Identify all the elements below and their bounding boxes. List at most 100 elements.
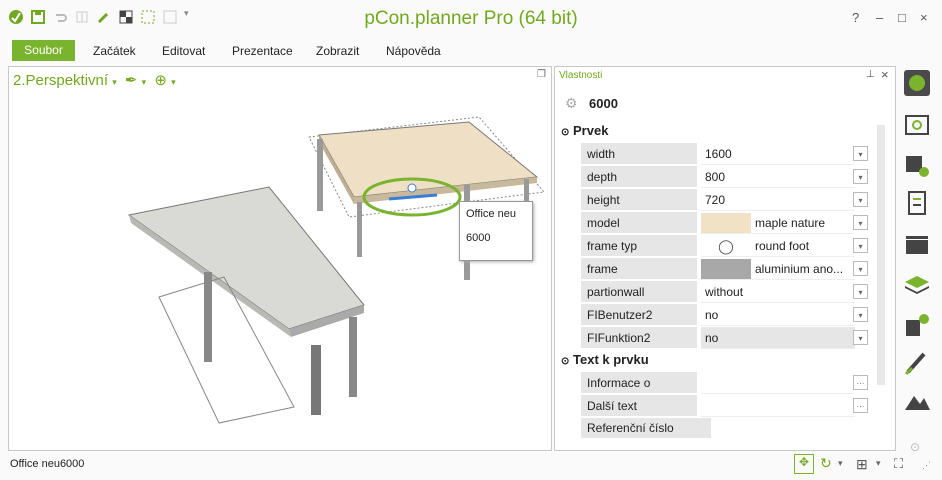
- globe-icon[interactable]: [902, 68, 932, 98]
- scrollbar[interactable]: [877, 125, 885, 385]
- dropdown-arrow-icon[interactable]: ▾: [853, 261, 868, 276]
- layers-icon[interactable]: [902, 270, 932, 300]
- property-row[interactable]: FIBenutzer2 no ▾: [581, 304, 869, 326]
- maximize-button[interactable]: □: [898, 10, 906, 25]
- catalog-search-icon[interactable]: [902, 110, 932, 140]
- property-value[interactable]: maple nature: [701, 212, 855, 234]
- property-value[interactable]: [701, 395, 855, 417]
- status-text: Office neu6000: [10, 458, 85, 470]
- rotate-dropdown-icon[interactable]: ▾: [838, 458, 843, 469]
- properties-panel: Vlastnosti ⊥ × ⚙ 6000 ⊙ Prvek width 1600 ▾…: [554, 66, 896, 451]
- property-row[interactable]: partionwall without ▾: [581, 281, 869, 303]
- property-value[interactable]: 720: [701, 189, 855, 211]
- panel-close-icon[interactable]: ×: [881, 67, 889, 82]
- menu-zobrazit[interactable]: Zobrazit: [316, 44, 359, 58]
- property-row[interactable]: Informace o speciá... ···: [581, 372, 869, 412]
- menu-prezentace[interactable]: Prezentace: [232, 44, 293, 58]
- fullscreen-icon[interactable]: ⛶: [894, 456, 903, 472]
- grid-toggle-icon[interactable]: ⊞: [856, 456, 868, 473]
- property-row[interactable]: model maple nature ▾: [581, 212, 869, 234]
- dropdown-arrow-icon[interactable]: ▾: [853, 284, 868, 299]
- property-value-text: aluminium ano...: [755, 262, 844, 276]
- tooltip-id: 6000: [466, 232, 491, 244]
- collapse-icon[interactable]: ⊙: [561, 356, 569, 367]
- property-value-text: maple nature: [755, 216, 826, 230]
- property-name: height: [581, 189, 697, 211]
- property-name: width: [581, 143, 697, 165]
- property-value[interactable]: 800: [701, 166, 855, 188]
- menu-editovat[interactable]: Editovat: [162, 44, 205, 58]
- property-name: partionwall: [581, 281, 697, 303]
- viewport-3d[interactable]: 2.Perspektivní ▾ ✒ ▾ ⊕ ▾ ❐ Office neu 60…: [8, 66, 552, 451]
- property-row[interactable]: depth 800 ▾: [581, 166, 869, 188]
- terrain-icon[interactable]: [902, 386, 932, 416]
- property-row[interactable]: Další text ···: [581, 395, 869, 417]
- dropdown-arrow-icon[interactable]: ▾: [853, 330, 868, 345]
- menu-bar: [0, 38, 942, 62]
- property-value[interactable]: aluminium ano...: [701, 258, 855, 280]
- property-value[interactable]: without: [701, 281, 855, 303]
- menu-napoveda[interactable]: Nápověda: [386, 44, 441, 58]
- tooltip-name: Office neu: [466, 208, 516, 220]
- property-value[interactable]: ◯ round foot: [701, 235, 855, 257]
- property-row[interactable]: height 720 ▾: [581, 189, 869, 211]
- menu-zacatek[interactable]: Začátek: [93, 44, 136, 58]
- property-row[interactable]: frame aluminium ano... ▾: [581, 258, 869, 280]
- move-icon[interactable]: ✥: [794, 454, 814, 474]
- grid-dropdown-icon[interactable]: ▾: [876, 458, 881, 469]
- box-gear-icon[interactable]: [902, 150, 932, 180]
- table-front[interactable]: [127, 186, 365, 424]
- app-title: pCon.planner Pro (64 bit): [364, 8, 578, 29]
- list-document-icon[interactable]: [902, 188, 932, 218]
- property-name: Další text: [581, 395, 697, 417]
- group-text[interactable]: ⊙ Text k prvku: [561, 352, 649, 367]
- property-name: model: [581, 212, 697, 234]
- dropdown-arrow-icon[interactable]: ▾: [853, 307, 868, 322]
- resize-grip-icon[interactable]: ⋰: [922, 460, 931, 471]
- property-row[interactable]: frame typ ◯ round foot ▾: [581, 235, 869, 257]
- close-button[interactable]: ×: [920, 10, 928, 25]
- hover-tooltip: Office neu 6000: [459, 201, 533, 261]
- color-swatch: [701, 213, 751, 233]
- property-name: frame typ: [581, 235, 697, 257]
- drawer-icon[interactable]: [902, 230, 932, 260]
- property-value[interactable]: [701, 372, 855, 394]
- materials-gear-icon[interactable]: [902, 310, 932, 340]
- menu-soubor[interactable]: Soubor: [12, 40, 75, 61]
- property-value[interactable]: no: [701, 327, 855, 349]
- object-id: 6000: [589, 96, 618, 111]
- radio-icon: ◯: [718, 238, 734, 254]
- pen-tool-icon[interactable]: [902, 348, 932, 378]
- status-bar: Office neu6000 ✥ ↻ ▾ ⊞ ▾ ⛶ ⋰: [0, 452, 942, 480]
- help-button[interactable]: ?: [852, 10, 859, 25]
- group-prvek[interactable]: ⊙ Prvek: [561, 123, 608, 138]
- property-name: FIBenutzer2: [581, 304, 697, 326]
- property-row[interactable]: width 1600 ▾: [581, 143, 869, 165]
- title-bar: ▾ pCon.planner Pro (64 bit) ? – □ ×: [0, 0, 942, 38]
- group-text-label: Text k prvku: [573, 352, 649, 367]
- property-value-text: round foot: [755, 239, 810, 253]
- dropdown-arrow-icon[interactable]: ▾: [853, 192, 868, 207]
- property-row[interactable]: FIFunktion2 no ▾: [581, 327, 869, 349]
- ellipsis-button[interactable]: ···: [853, 375, 868, 390]
- properties-title: Vlastnosti: [559, 70, 603, 81]
- collapse-icon[interactable]: ⊙: [561, 127, 569, 138]
- minimize-button[interactable]: –: [876, 10, 883, 25]
- dropdown-arrow-icon[interactable]: ▾: [853, 169, 868, 184]
- property-name: frame: [581, 258, 697, 280]
- property-name: Informace o speciá...: [581, 372, 697, 412]
- property-grid: ⊙ Prvek width 1600 ▾ depth 800 ▾ height 720 ▾ mod…: [555, 119, 885, 449]
- property-value[interactable]: 1600: [701, 143, 855, 165]
- group-prvek-label: Prvek: [573, 123, 609, 138]
- property-value[interactable]: no: [701, 304, 855, 326]
- dropdown-arrow-icon[interactable]: ▾: [853, 146, 868, 161]
- dropdown-arrow-icon[interactable]: ▾: [853, 215, 868, 230]
- dropdown-arrow-icon[interactable]: ▾: [853, 238, 868, 253]
- ref-number-label: Referenční číslo: [581, 418, 711, 438]
- rotate-icon[interactable]: ↻: [820, 455, 832, 472]
- object-icon: ⚙: [565, 95, 578, 111]
- color-swatch: [701, 259, 751, 279]
- property-name: FIFunktion2: [581, 327, 697, 349]
- pin-icon[interactable]: ⊥: [866, 69, 875, 80]
- ellipsis-button[interactable]: ···: [853, 398, 868, 413]
